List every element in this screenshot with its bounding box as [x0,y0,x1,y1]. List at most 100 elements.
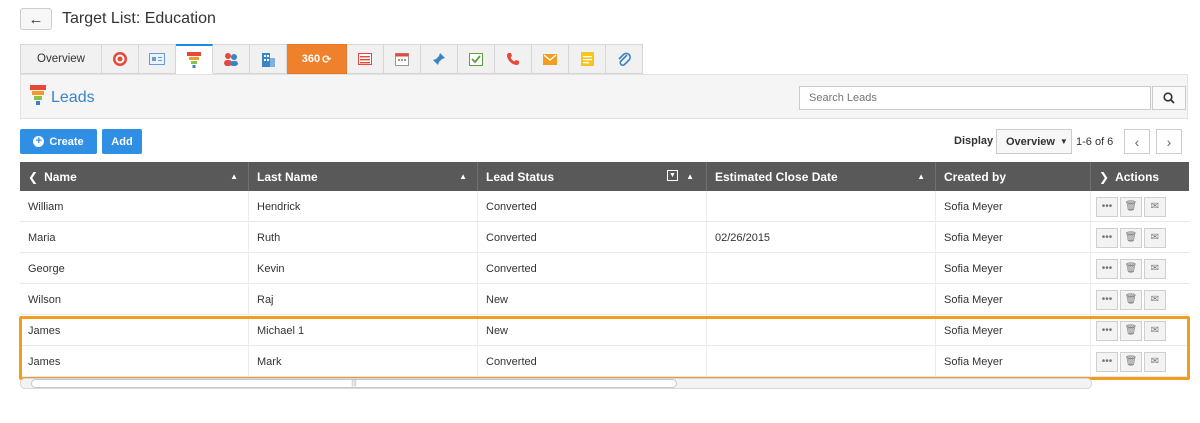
more-icon[interactable]: ••• [1096,227,1118,248]
users-icon [224,53,238,66]
more-icon[interactable]: ••• [1096,196,1118,217]
cell-close-date [707,315,936,346]
cell-created-by: Sofia Meyer [936,222,1091,253]
cell-status: Converted [478,191,707,222]
trash-icon[interactable]: 🗑 [1120,320,1142,341]
search-input[interactable] [799,86,1151,110]
trash-icon[interactable]: 🗑 [1120,351,1142,372]
cell-name: Maria [20,222,249,253]
table-row[interactable]: Maria Ruth Converted 02/26/2015 Sofia Me… [20,222,1189,253]
cell-created-by: Sofia Meyer [936,253,1091,284]
sort-icon[interactable]: ▲ [686,172,694,181]
table-row[interactable]: James Michael 1 New Sofia Meyer ••• 🗑 ✉ [20,315,1189,346]
cell-name: Wilson [20,284,249,315]
remove-link-icon[interactable]: ✉ [1144,351,1166,372]
more-icon[interactable]: ••• [1096,289,1118,310]
row-actions: ••• 🗑 ✉ [1091,191,1189,222]
tab-360[interactable]: 360 ⟳ [287,44,347,74]
column-header-last-name[interactable]: Last Name ▲ [249,162,478,191]
cell-close-date [707,191,936,222]
display-label: Display [954,135,994,147]
caret-down-icon: ▼ [1059,137,1068,146]
filter-icon[interactable]: ▼ [667,170,678,181]
contact-card-icon [149,53,165,65]
tab-calls[interactable] [495,44,532,74]
tab-email[interactable] [532,44,569,74]
cell-created-by: Sofia Meyer [936,191,1091,222]
row-actions: ••• 🗑 ✉ [1091,284,1189,315]
cell-name: George [20,253,249,284]
cell-status: New [478,284,707,315]
sort-icon[interactable]: ▲ [917,172,925,181]
tab-accounts[interactable] [250,44,287,74]
tab-bar: Overview 360 ⟳ [20,44,643,74]
more-icon[interactable]: ••• [1096,258,1118,279]
back-arrow-icon[interactable]: ← [20,8,52,30]
tab-contact-card[interactable] [139,44,176,74]
trash-icon[interactable]: 🗑 [1120,227,1142,248]
column-header-name[interactable]: ❮ Name ▲ [20,162,249,191]
more-icon[interactable]: ••• [1096,351,1118,372]
tab-users[interactable] [213,44,250,74]
next-page-button[interactable]: › [1156,129,1182,154]
remove-link-icon[interactable]: ✉ [1144,227,1166,248]
column-header-lead-status[interactable]: Lead Status ▲ ▼ [478,162,707,191]
list-icon [358,53,372,65]
remove-link-icon[interactable]: ✉ [1144,289,1166,310]
chevron-right-icon[interactable]: ❯ [1099,170,1109,184]
building-icon [262,52,275,67]
column-header-close-date[interactable]: Estimated Close Date ▲ [707,162,936,191]
cell-close-date: 02/26/2015 [707,222,936,253]
tab-list[interactable] [347,44,384,74]
cell-last-name: Raj [249,284,478,315]
remove-link-icon[interactable]: ✉ [1144,196,1166,217]
trash-icon[interactable]: 🗑 [1120,196,1142,217]
create-button[interactable]: + Create [20,129,97,154]
pager-count: 1-6 of 6 [1076,136,1114,148]
table-body: William Hendrick Converted Sofia Meyer •… [20,191,1189,377]
horizontal-scrollbar[interactable]: ||| [20,378,1092,389]
cell-last-name: Michael 1 [249,315,478,346]
sort-icon[interactable]: ▲ [459,172,467,181]
table-row[interactable]: Wilson Raj New Sofia Meyer ••• 🗑 ✉ [20,284,1189,315]
row-actions: ••• 🗑 ✉ [1091,315,1189,346]
more-icon[interactable]: ••• [1096,320,1118,341]
cell-name: William [20,191,249,222]
chevron-right-icon: › [1166,133,1172,150]
calendar-icon [395,53,409,66]
tab-target[interactable] [102,44,139,74]
tab-calendar[interactable] [384,44,421,74]
display-select[interactable]: Overview ▼ [996,129,1072,154]
remove-link-icon[interactable]: ✉ [1144,258,1166,279]
cell-status: Converted [478,346,707,377]
tab-pin[interactable] [421,44,458,74]
row-actions: ••• 🗑 ✉ [1091,346,1189,377]
cell-name: James [20,315,249,346]
chevron-left-icon[interactable]: ❮ [28,170,38,184]
tab-notes[interactable] [569,44,606,74]
sort-icon[interactable]: ▲ [230,172,238,181]
search-button[interactable] [1152,86,1186,110]
table-row[interactable]: James Mark Converted Sofia Meyer ••• 🗑 ✉ [20,346,1189,377]
scrollbar-thumb[interactable]: ||| [31,379,677,388]
trash-icon[interactable]: 🗑 [1120,258,1142,279]
table-row[interactable]: William Hendrick Converted Sofia Meyer •… [20,191,1189,222]
prev-page-button[interactable]: ‹ [1124,129,1150,154]
leads-panel-header: Leads [20,74,1188,119]
tab-overview[interactable]: Overview [20,44,102,74]
page-title: Target List: Education [62,10,216,27]
tab-tasks[interactable] [458,44,495,74]
tab-attachments[interactable] [606,44,643,74]
table-row[interactable]: George Kevin Converted Sofia Meyer ••• 🗑… [20,253,1189,284]
trash-icon[interactable]: 🗑 [1120,289,1142,310]
cell-name: James [20,346,249,377]
note-icon [580,52,594,66]
phone-icon [507,53,519,65]
cell-close-date [707,346,936,377]
column-header-created-by[interactable]: Created by [936,162,1091,191]
remove-link-icon[interactable]: ✉ [1144,320,1166,341]
plus-circle-icon: + [33,136,45,147]
tab-leads[interactable] [176,44,213,74]
add-button[interactable]: Add [102,129,142,154]
funnel-icon [187,51,201,68]
